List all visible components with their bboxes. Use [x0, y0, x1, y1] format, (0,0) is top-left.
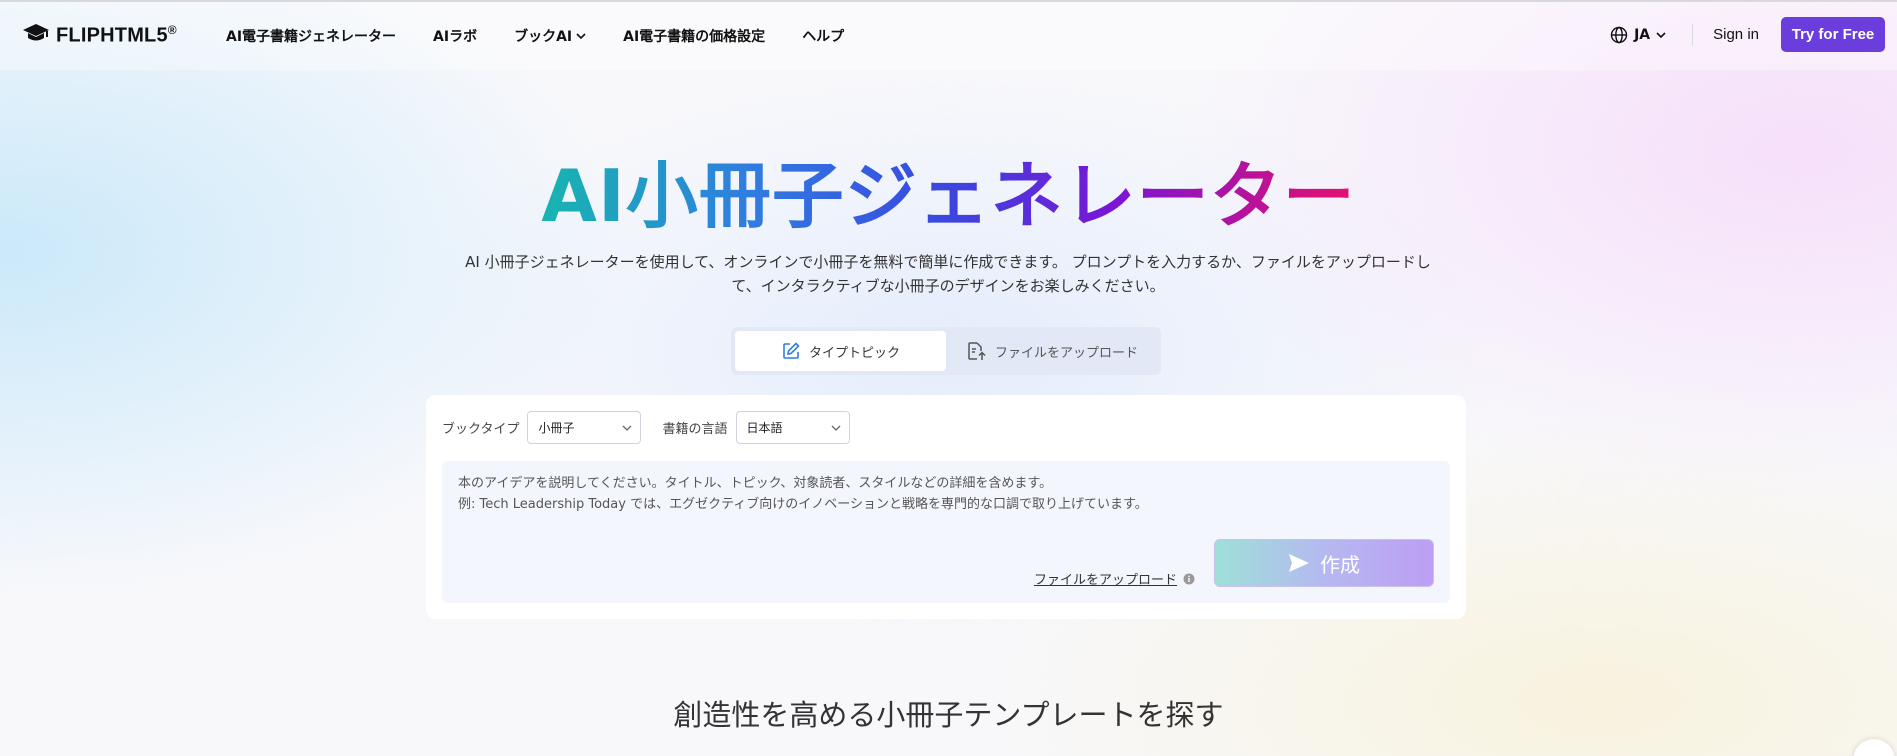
- main-nav: AI電子書籍ジェネレーター AIラボ ブックAI AI電子書籍の価格設定 ヘルプ: [226, 26, 881, 46]
- upload-file-link[interactable]: ファイルをアップロード: [1034, 569, 1195, 588]
- book-language-value: 日本語: [746, 421, 783, 435]
- logo-text: FLIPHTML5®: [56, 22, 177, 47]
- floating-widget[interactable]: [1853, 739, 1895, 756]
- chevron-down-icon: [576, 33, 586, 40]
- globe-icon: [1610, 26, 1628, 43]
- header-actions: JA Sign in Try for Free: [1610, 17, 1885, 52]
- hero-subtitle: AI 小冊子ジェネレーターを使用して、オンラインで小冊子を無料で簡単に作成できま…: [465, 253, 1431, 295]
- create-button-label: 作成: [1320, 552, 1360, 577]
- chevron-down-icon: [1656, 31, 1666, 38]
- create-button[interactable]: 作成: [1214, 539, 1434, 587]
- book-options: ブックタイプ 小冊子 書籍の言語 日本語: [442, 411, 871, 444]
- upload-file-link-label: ファイルをアップロード: [1034, 573, 1178, 588]
- send-icon: [1289, 554, 1309, 572]
- book-language-select[interactable]: 日本語: [735, 411, 850, 444]
- prompt-input[interactable]: 本のアイデアを説明してください。タイトル、トピック、対象読者、スタイルなどの詳細…: [442, 461, 1450, 603]
- prompt-placeholder: 本のアイデアを説明してください。タイトル、トピック、対象読者、スタイルなどの詳細…: [458, 476, 1148, 512]
- edit-icon: [783, 342, 800, 359]
- site-header: FLIPHTML5® AI電子書籍ジェネレーター AIラボ ブックAI AI電子…: [0, 2, 1897, 70]
- header-divider: [1692, 23, 1694, 46]
- chevron-down-icon: [831, 425, 840, 431]
- templates-section-title: 創造性を高める小冊子テンプレートを探す: [673, 698, 1224, 732]
- nav-pricing[interactable]: AI電子書籍の価格設定: [623, 26, 765, 46]
- graduation-cap-icon: [22, 22, 50, 48]
- info-icon: [1183, 573, 1195, 584]
- try-for-free-button[interactable]: Try for Free: [1781, 17, 1885, 52]
- nav-ai-lab[interactable]: AIラボ: [433, 26, 477, 46]
- tab-label: タイプトピック: [808, 345, 900, 361]
- nav-help[interactable]: ヘルプ: [802, 26, 844, 46]
- tab-upload-file[interactable]: ファイルをアップロード: [946, 331, 1157, 371]
- upload-file-icon: [968, 342, 986, 360]
- sign-in-link[interactable]: Sign in: [1713, 26, 1759, 43]
- book-type-select[interactable]: 小冊子: [527, 411, 642, 444]
- book-language-label: 書籍の言語: [662, 422, 728, 437]
- nav-book-ai[interactable]: ブックAI: [514, 26, 586, 46]
- input-mode-tabs: タイプトピック ファイルをアップロード: [731, 327, 1161, 375]
- tab-type-topic[interactable]: タイプトピック: [735, 331, 946, 371]
- chevron-down-icon: [623, 425, 632, 431]
- logo[interactable]: FLIPHTML5®: [22, 22, 177, 48]
- nav-ai-ebook-generator[interactable]: AI電子書籍ジェネレーター: [226, 26, 396, 46]
- book-type-value: 小冊子: [538, 421, 575, 435]
- book-type-label: ブックタイプ: [442, 422, 520, 437]
- tab-label: ファイルをアップロード: [994, 345, 1138, 361]
- generator-card: ブックタイプ 小冊子 書籍の言語 日本語 本のアイデアを説明してください。タイト…: [426, 395, 1466, 619]
- language-label: JA: [1634, 26, 1651, 43]
- language-selector[interactable]: JA: [1610, 26, 1666, 44]
- hero-title: AI小冊子ジェネレーター: [541, 154, 1356, 238]
